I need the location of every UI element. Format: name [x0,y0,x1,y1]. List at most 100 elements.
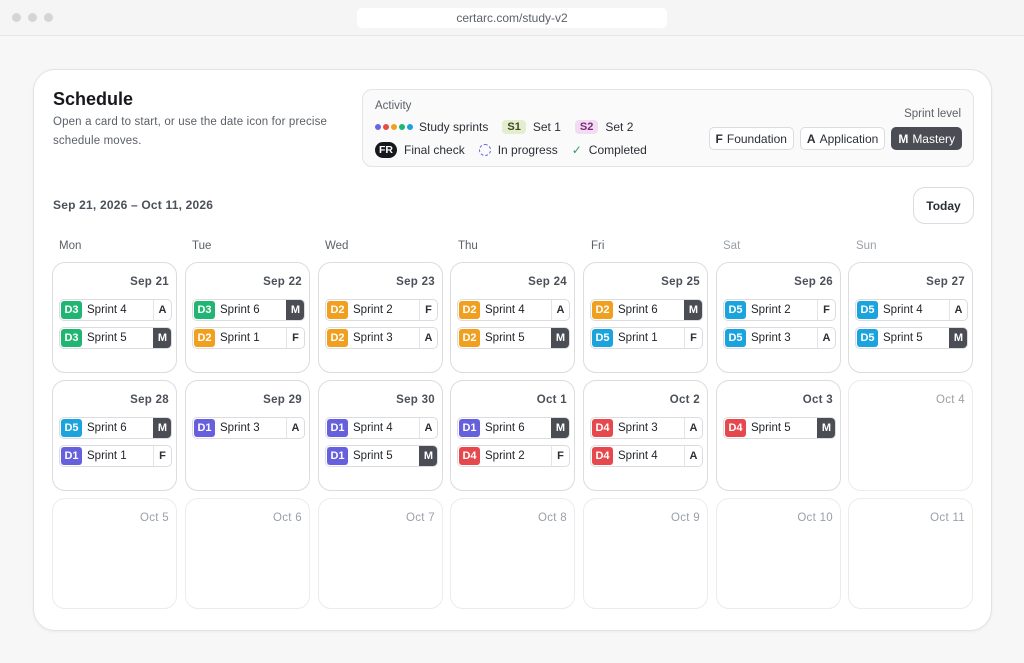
day-date: Sep 25 [661,276,700,288]
sprint-name: Sprint 3 [618,422,658,434]
browser-chrome: certarc.com/study-v2 [0,0,1024,36]
sprint-card[interactable]: D3 Sprint 5 M [59,327,172,349]
day-cell[interactable]: Sep 22 D3 Sprint 6 M D2 Sprint 1 F [185,262,310,373]
page-subtitle: Open a card to start, or use the date ic… [53,116,328,147]
sprint-card[interactable]: D5 Sprint 5 M [855,327,968,349]
window-controls [12,13,53,22]
level-badge: A [551,300,569,320]
domain-badge: D5 [61,419,82,437]
day-cell[interactable]: Oct 1 D1 Sprint 6 M D4 Sprint 2 F [450,380,575,491]
level-foundation: F Foundation [708,127,794,150]
domain-badge: D2 [327,301,348,319]
in-progress-icon [478,144,491,156]
sprint-name: Sprint 4 [618,450,658,462]
sprint-card[interactable]: D2 Sprint 4 A [457,299,570,321]
day-cell[interactable]: Sep 25 D2 Sprint 6 M D5 Sprint 1 F [583,262,708,373]
day-cell[interactable]: Sep 26 D5 Sprint 2 F D5 Sprint 3 A [716,262,841,373]
day-cell[interactable]: Oct 8 [450,498,575,609]
day-cell[interactable]: Sep 27 D5 Sprint 4 A D5 Sprint 5 M [848,262,973,373]
level-mastery: M Mastery [891,127,962,150]
sprint-card[interactable]: D4 Sprint 5 M [723,417,836,439]
sprint-card[interactable]: D5 Sprint 4 A [855,299,968,321]
today-button[interactable]: Today [913,187,974,224]
sprint-card[interactable]: D5 Sprint 2 F [723,299,836,321]
domain-badge: D4 [459,447,480,465]
day-cell[interactable]: Sep 28 D5 Sprint 6 M D1 Sprint 1 F [52,380,177,491]
domain-badge: D4 [592,447,613,465]
day-cell[interactable]: Sep 21 D3 Sprint 4 A D3 Sprint 5 M [52,262,177,373]
day-date: Oct 4 [936,394,965,406]
day-cell[interactable]: Oct 9 [583,498,708,609]
sprint-card[interactable]: D2 Sprint 2 F [325,299,438,321]
day-cell[interactable]: Sep 24 D2 Sprint 4 A D2 Sprint 5 M [450,262,575,373]
sprint-card[interactable]: D1 Sprint 4 A [325,417,438,439]
sprint-card[interactable]: D1 Sprint 6 M [457,417,570,439]
level-badge: M [551,418,569,438]
domain-badge: D2 [194,329,215,347]
weekday-wed: Wed [325,240,349,252]
sprint-card[interactable]: D1 Sprint 3 A [192,417,305,439]
domain-badge: D4 [725,419,746,437]
day-cell[interactable]: Oct 6 [185,498,310,609]
day-cell[interactable]: Oct 7 [318,498,443,609]
sprint-card[interactable]: D4 Sprint 2 F [457,445,570,467]
level-badge: A [684,446,702,466]
legend-heading: Activity [375,100,412,112]
day-cell[interactable]: Oct 2 D4 Sprint 3 A D4 Sprint 4 A [583,380,708,491]
color-dot [375,124,381,130]
sprint-card[interactable]: D3 Sprint 4 A [59,299,172,321]
level-badge: A [419,328,437,348]
level-badge: F [684,328,702,348]
day-date: Sep 27 [926,276,965,288]
sprint-level-heading: Sprint level [904,108,961,120]
maximize-window-dot[interactable] [44,13,53,22]
date-range: Sep 21, 2026 – Oct 11, 2026 [53,198,214,212]
sprint-name: Sprint 2 [353,304,393,316]
sprint-name: Sprint 4 [883,304,923,316]
final-check-tag: FR [375,142,397,158]
schedule-card: Schedule Open a card to start, or use th… [33,69,992,631]
day-date: Sep 21 [130,276,169,288]
address-bar[interactable]: certarc.com/study-v2 [357,8,667,28]
sprint-name: Sprint 6 [618,304,658,316]
weekday-sat: Sat [723,240,741,252]
day-cell[interactable]: Sep 23 D2 Sprint 2 F D2 Sprint 3 A [318,262,443,373]
day-cell[interactable]: Oct 5 [52,498,177,609]
day-date: Sep 22 [263,276,302,288]
sprint-card[interactable]: D4 Sprint 3 A [590,417,703,439]
sprint-name: Sprint 4 [485,304,525,316]
level-badge: M [153,418,171,438]
sprint-card[interactable]: D2 Sprint 5 M [457,327,570,349]
day-cell[interactable]: Oct 4 [848,380,973,491]
sprint-card[interactable]: D2 Sprint 1 F [192,327,305,349]
domain-badge: D5 [592,329,613,347]
domain-badge: D1 [61,447,82,465]
color-dot [391,124,397,130]
sprint-card[interactable]: D1 Sprint 5 M [325,445,438,467]
sprint-name: Sprint 1 [87,450,127,462]
sprint-card[interactable]: D2 Sprint 3 A [325,327,438,349]
sprint-card[interactable]: D3 Sprint 6 M [192,299,305,321]
sprint-card[interactable]: D1 Sprint 1 F [59,445,172,467]
day-cell[interactable]: Sep 29 D1 Sprint 3 A [185,380,310,491]
domain-badge: D3 [61,329,82,347]
day-date: Oct 10 [797,512,833,524]
sprint-card[interactable]: D5 Sprint 6 M [59,417,172,439]
sprint-card[interactable]: D2 Sprint 6 M [590,299,703,321]
domain-badge: D3 [61,301,82,319]
page-title: Schedule [53,89,134,109]
sprint-card[interactable]: D4 Sprint 4 A [590,445,703,467]
weekday-tue: Tue [192,240,212,252]
day-cell[interactable]: Oct 11 [848,498,973,609]
day-cell[interactable]: Sep 30 D1 Sprint 4 A D1 Sprint 5 M [318,380,443,491]
day-date: Sep 26 [794,276,833,288]
day-cell[interactable]: Oct 10 [716,498,841,609]
sprint-card[interactable]: D5 Sprint 1 F [590,327,703,349]
close-window-dot[interactable] [12,13,21,22]
sprint-card[interactable]: D5 Sprint 3 A [723,327,836,349]
minimize-window-dot[interactable] [28,13,37,22]
day-cell[interactable]: Oct 3 D4 Sprint 5 M [716,380,841,491]
domain-badge: D5 [725,301,746,319]
sprint-name: Sprint 3 [353,332,393,344]
day-date: Oct 1 [536,394,567,406]
